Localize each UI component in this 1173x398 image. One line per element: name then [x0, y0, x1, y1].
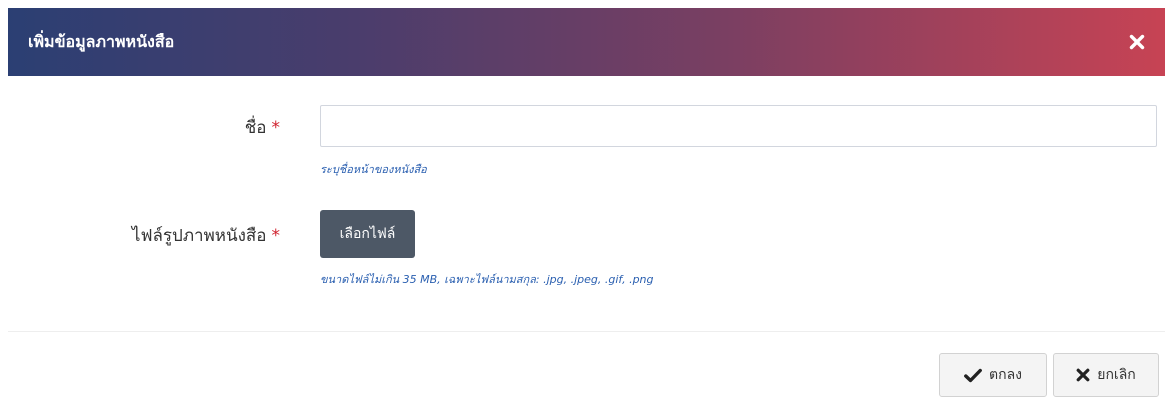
close-button[interactable]	[1125, 30, 1149, 54]
times-icon	[1076, 368, 1090, 382]
image-file-label-text: ไฟล์รูปภาพหนังสือ	[131, 226, 267, 246]
close-icon	[1129, 34, 1145, 50]
ok-button-label: ตกลง	[989, 367, 1022, 383]
choose-file-button-label: เลือกไฟล์	[339, 226, 396, 242]
image-file-help-text: ขนาดไฟล์ไม่เกิน 35 MB, เฉพาะไฟล์นามสกุล:…	[320, 273, 654, 286]
image-file-label: ไฟล์รูปภาพหนังสือ *	[132, 222, 280, 249]
modal-title: เพิ่มข้อมูลภาพหนังสือ	[28, 31, 175, 51]
name-label: ชื่อ *	[245, 114, 280, 141]
name-label-text: ชื่อ	[244, 118, 267, 138]
choose-file-button[interactable]: เลือกไฟล์	[320, 210, 415, 258]
check-icon	[964, 368, 982, 382]
name-help-text: ระบุชื่อหน้าของหนังสือ	[320, 163, 427, 176]
footer-divider	[8, 331, 1165, 332]
ok-button[interactable]: ตกลง	[939, 353, 1047, 397]
cancel-button-label: ยกเลิก	[1097, 367, 1136, 383]
add-book-image-modal: เพิ่มข้อมูลภาพหนังสือ ชื่อ * ระบุชื่อหน้า…	[0, 0, 1173, 398]
cancel-button[interactable]: ยกเลิก	[1053, 353, 1159, 397]
name-input[interactable]	[320, 105, 1157, 147]
name-required-mark: *	[271, 118, 281, 138]
modal-header: เพิ่มข้อมูลภาพหนังสือ	[8, 8, 1165, 76]
image-file-required-mark: *	[271, 226, 281, 246]
